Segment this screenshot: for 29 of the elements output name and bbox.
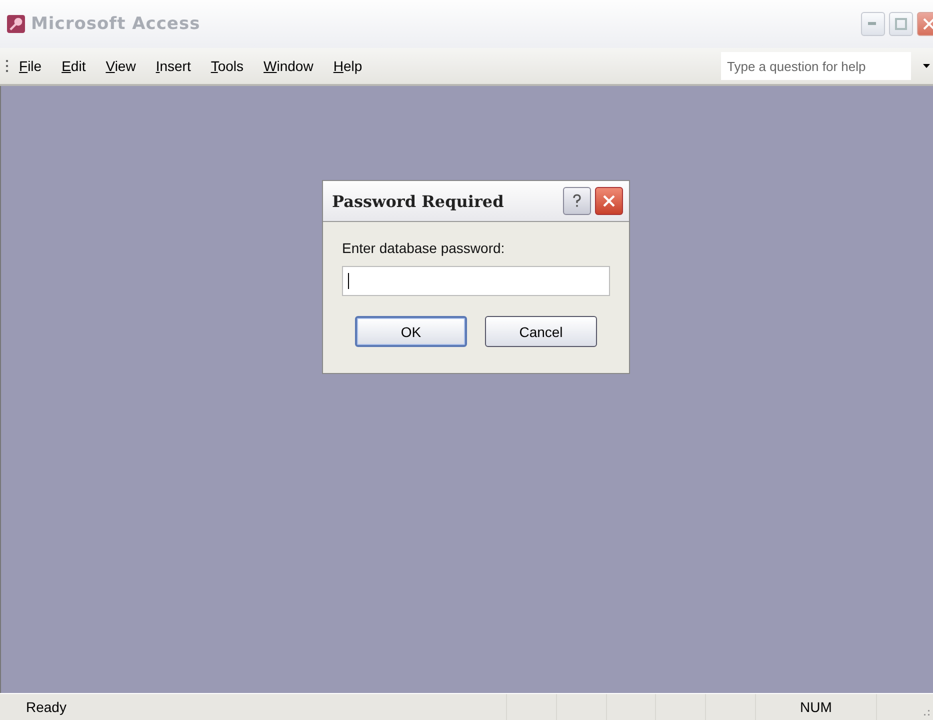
close-icon [923, 18, 933, 30]
menu-item[interactable]: Help [333, 58, 362, 74]
dialog-title: Password Required [332, 192, 505, 210]
window-title: Microsoft Access [31, 14, 200, 34]
menu-item[interactable]: Edit [62, 58, 86, 74]
help-search-field[interactable]: Type a question for help [721, 52, 911, 80]
status-text: Ready [26, 699, 68, 715]
minimize-button[interactable] [861, 12, 885, 36]
question-mark-icon [572, 194, 582, 208]
password-field[interactable] [342, 266, 610, 296]
dropdown-arrow-icon[interactable] [923, 64, 930, 68]
close-icon [603, 195, 615, 207]
key-icon [7, 15, 25, 33]
dialog-button[interactable]: OK [355, 316, 467, 347]
resize-grip-icon[interactable] [922, 708, 930, 716]
menu-item[interactable]: Tools [210, 58, 244, 74]
maximize-button[interactable] [889, 12, 913, 36]
status-indicator: NUM [755, 694, 876, 720]
menu-item[interactable]: View [106, 58, 136, 74]
menu-item[interactable]: Insert [156, 58, 191, 74]
close-button[interactable] [595, 187, 623, 215]
maximize-icon [895, 18, 907, 30]
menu-item[interactable]: Window [264, 58, 314, 74]
grip-icon [6, 60, 9, 72]
prompt-label: Enter database password: [342, 240, 506, 256]
menu-item[interactable]: File [19, 58, 42, 74]
help-button[interactable] [563, 187, 591, 215]
dialog-button[interactable]: Cancel [485, 316, 597, 347]
minimize-icon [868, 22, 878, 26]
